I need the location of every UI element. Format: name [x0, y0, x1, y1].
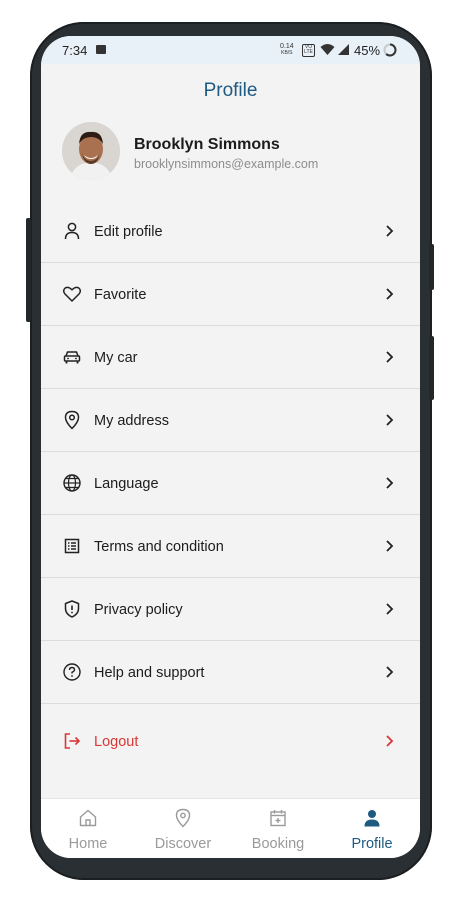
menu-item-label: Logout [94, 734, 139, 750]
menu-item-privacy-policy[interactable]: Privacy policy [41, 578, 420, 641]
chevron-right-icon [386, 225, 394, 237]
status-bar: 7:34 0.14 KB/S VO LTE 45% [41, 36, 420, 64]
shield-icon [64, 600, 80, 618]
globe-icon [63, 474, 81, 492]
profile-menu: Edit profile Favorite My car My address … [41, 200, 420, 778]
battery-ring-icon [383, 43, 397, 57]
network-speed-unit: KB/S [281, 50, 293, 56]
user-email: brooklynsimmons@example.com [134, 157, 319, 171]
avatar[interactable] [62, 122, 120, 180]
menu-item-label: Help and support [94, 665, 205, 681]
tab-profile[interactable]: Profile [325, 799, 419, 858]
chevron-right-icon [386, 351, 394, 363]
status-time: 7:34 [62, 43, 88, 58]
person-icon [64, 222, 80, 240]
menu-item-my-car[interactable]: My car [41, 326, 420, 389]
help-circle-icon [63, 663, 81, 681]
signal-icon [338, 44, 349, 55]
battery-level: 45% [354, 43, 381, 58]
chevron-right-icon [386, 540, 394, 552]
chevron-right-icon [386, 477, 394, 489]
tab-home[interactable]: Home [41, 799, 135, 858]
home-icon [79, 809, 97, 827]
logout-icon [64, 733, 81, 749]
volume-button [26, 218, 31, 322]
location-pin-icon [175, 808, 191, 828]
side-button [429, 336, 434, 400]
document-list-icon [64, 538, 80, 554]
page-title: Profile [203, 80, 258, 101]
tab-discover[interactable]: Discover [136, 799, 230, 858]
chevron-right-icon [386, 414, 394, 426]
menu-item-my-address[interactable]: My address [41, 389, 420, 452]
tab-label: Home [68, 836, 108, 852]
tab-label: Discover [154, 836, 212, 852]
car-icon [63, 351, 81, 364]
menu-item-favorite[interactable]: Favorite [41, 263, 420, 326]
network-speed-value: 0.14 [280, 43, 294, 50]
chevron-right-icon [386, 666, 394, 678]
tab-booking[interactable]: Booking [231, 799, 325, 858]
menu-item-label: Favorite [94, 287, 147, 303]
network-speed: 0.14 KB/S [280, 43, 294, 57]
chevron-right-icon [386, 735, 394, 747]
location-pin-icon [64, 410, 80, 430]
menu-item-terms-and-condition[interactable]: Terms and condition [41, 515, 420, 578]
calendar-add-icon [270, 810, 286, 827]
menu-item-label: Privacy policy [94, 602, 183, 618]
menu-item-label: Language [94, 476, 159, 492]
menu-item-help-and-support[interactable]: Help and support [41, 641, 420, 704]
wifi-icon [320, 44, 335, 55]
menu-item-logout[interactable]: Logout [41, 704, 420, 778]
user-name: Brooklyn Simmons [134, 136, 280, 153]
screen: 7:34 0.14 KB/S VO LTE 45% Profile Brookl [41, 36, 420, 858]
chevron-right-icon [386, 288, 394, 300]
menu-item-label: My address [94, 413, 169, 429]
volte-icon: VO LTE [302, 44, 315, 57]
avatar-image [62, 122, 120, 180]
bottom-tab-bar: Home Discover Booking Profile [41, 798, 420, 858]
tab-label: Booking [251, 836, 305, 852]
menu-item-label: Edit profile [94, 224, 163, 240]
heart-icon [62, 286, 82, 302]
menu-item-language[interactable]: Language [41, 452, 420, 515]
tab-label: Profile [351, 836, 393, 852]
menu-item-edit-profile[interactable]: Edit profile [41, 200, 420, 263]
menu-item-label: My car [94, 350, 138, 366]
chevron-right-icon [386, 603, 394, 615]
menu-item-label: Terms and condition [94, 539, 224, 555]
image-notification-icon [96, 45, 106, 54]
person-icon [364, 810, 380, 827]
power-button [429, 244, 434, 290]
